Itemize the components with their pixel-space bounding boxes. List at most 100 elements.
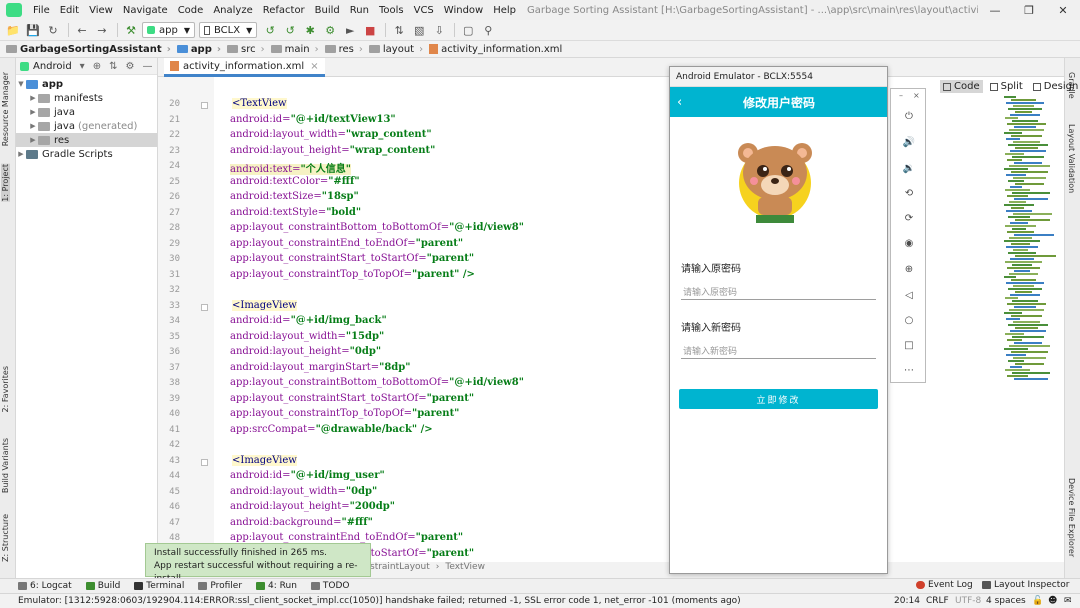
menu-tools[interactable]: Tools: [374, 5, 409, 16]
emulator-minimize-icon[interactable]: –: [899, 91, 903, 100]
view-mode-code[interactable]: Code: [940, 80, 983, 93]
debug-icon[interactable]: ✱: [301, 21, 319, 39]
rotate-right-icon[interactable]: ⟳: [899, 209, 919, 227]
line-number[interactable]: 46: [158, 502, 180, 512]
view-mode-design[interactable]: Design: [1030, 80, 1080, 93]
overview-nav-icon[interactable]: □: [899, 336, 919, 354]
tool-tab-resource-manager[interactable]: Resource Manager: [1, 72, 10, 146]
crumb-src[interactable]: src ›: [227, 44, 265, 55]
tool-tab-build-variants[interactable]: Build Variants: [1, 438, 10, 493]
open-folder-icon[interactable]: 📁: [4, 21, 22, 39]
emulator-close-icon[interactable]: ×: [913, 91, 920, 100]
camera-icon[interactable]: ◉: [899, 234, 919, 252]
line-separator[interactable]: CRLF: [926, 596, 949, 606]
tree-item-manifests[interactable]: ▶ manifests: [16, 91, 157, 105]
forward-arrow-icon[interactable]: →: [93, 21, 111, 39]
tool-tab-layout-validation[interactable]: Layout Validation: [1067, 124, 1076, 193]
crumb-app[interactable]: app ›: [176, 44, 221, 55]
editor-tab-activity-information[interactable]: activity_information.xml ×: [164, 58, 325, 77]
install-notification[interactable]: Install successfully finished in 265 ms.…: [145, 543, 371, 584]
code-editor[interactable]: 20 21 22 23 24 25 26 27 28 29 30 31 32 33 34 35 36 37 38 39…: [158, 77, 1064, 562]
fold-marker-icon[interactable]: [201, 102, 208, 109]
crumb-main[interactable]: main ›: [270, 44, 319, 55]
search-icon[interactable]: ⚲: [479, 21, 497, 39]
chevron-down-icon[interactable]: ▼: [16, 80, 26, 88]
build-hammer-icon[interactable]: ⚒: [122, 21, 140, 39]
rotate-left-icon[interactable]: ⟲: [899, 184, 919, 202]
hide-panel-icon[interactable]: —: [142, 61, 152, 72]
tree-item-java[interactable]: ▶ java: [16, 105, 157, 119]
menu-refactor[interactable]: Refactor: [258, 5, 310, 16]
menu-build[interactable]: Build: [310, 5, 345, 16]
line-number[interactable]: 26: [158, 192, 180, 202]
menu-navigate[interactable]: Navigate: [118, 5, 173, 16]
line-number[interactable]: 20: [158, 99, 180, 109]
line-number[interactable]: 21: [158, 115, 180, 125]
tool-run[interactable]: 4: Run: [256, 581, 297, 591]
sync-icon[interactable]: ↻: [44, 21, 62, 39]
tool-terminal[interactable]: Terminal: [134, 581, 184, 591]
project-view-select[interactable]: Android: [33, 61, 72, 72]
structure-crumb-textview[interactable]: TextView: [445, 562, 485, 576]
menu-code[interactable]: Code: [173, 5, 209, 16]
line-number[interactable]: 39: [158, 394, 180, 404]
notification-icon[interactable]: ✉: [1064, 596, 1072, 606]
gradle-sync-icon[interactable]: ⇅: [390, 21, 408, 39]
line-number[interactable]: 35: [158, 332, 180, 342]
menu-help[interactable]: Help: [488, 5, 521, 16]
home-nav-icon[interactable]: ○: [899, 311, 919, 329]
tree-item-java-generated[interactable]: ▶ java (generated): [16, 119, 157, 133]
tool-profiler[interactable]: Profiler: [198, 581, 242, 591]
power-icon[interactable]: ⏻: [899, 107, 919, 125]
module-select[interactable]: app ▼: [142, 22, 195, 38]
line-number[interactable]: 32: [158, 285, 180, 295]
back-arrow-icon[interactable]: ‹: [677, 95, 697, 110]
inspection-icon[interactable]: ☻: [1048, 596, 1057, 606]
line-number[interactable]: 34: [158, 316, 180, 326]
line-number[interactable]: 38: [158, 378, 180, 388]
chevron-right-icon[interactable]: ▶: [28, 94, 38, 102]
tree-item-app[interactable]: ▼ app: [16, 77, 157, 91]
line-number[interactable]: 27: [158, 208, 180, 218]
submit-change-button[interactable]: 立即修改: [679, 389, 878, 409]
chevron-right-icon[interactable]: ▶: [28, 136, 38, 144]
attach-debugger-icon[interactable]: ►: [341, 21, 359, 39]
device-manager-icon[interactable]: ▢: [459, 21, 477, 39]
file-encoding[interactable]: UTF-8: [955, 596, 981, 606]
line-number[interactable]: 44: [158, 471, 180, 481]
menu-file[interactable]: File: [28, 5, 55, 16]
line-number[interactable]: 30: [158, 254, 180, 264]
line-number[interactable]: 42: [158, 440, 180, 450]
crumb-file[interactable]: activity_information.xml: [429, 44, 562, 55]
profile-icon[interactable]: ⚙: [321, 21, 339, 39]
tree-item-gradle-scripts[interactable]: ▶ Gradle Scripts: [16, 147, 157, 161]
lock-icon[interactable]: 🔓: [1032, 596, 1043, 606]
avd-manager-icon[interactable]: ▧: [410, 21, 428, 39]
line-number[interactable]: 22: [158, 130, 180, 140]
volume-down-icon[interactable]: 🔉: [899, 159, 919, 177]
new-password-input[interactable]: 请输入新密码: [681, 342, 876, 359]
tool-logcat[interactable]: 6: Logcat: [18, 581, 72, 591]
save-icon[interactable]: 💾: [24, 21, 42, 39]
back-arrow-icon[interactable]: ←: [73, 21, 91, 39]
structure-crumb-constraintlayout[interactable]: straintLayout: [370, 562, 430, 576]
zoom-icon[interactable]: ⊕: [899, 260, 919, 278]
tool-tab-device-file-explorer[interactable]: Device File Explorer: [1067, 478, 1076, 557]
target-icon[interactable]: ⊕: [93, 61, 101, 72]
tool-layout-inspector[interactable]: Layout Inspector: [982, 580, 1069, 590]
code-minimap[interactable]: [990, 96, 1060, 516]
line-number[interactable]: 47: [158, 518, 180, 528]
close-window-icon[interactable]: ✕: [1046, 4, 1080, 17]
tree-item-res[interactable]: ▶ res: [16, 133, 157, 147]
line-number[interactable]: 28: [158, 223, 180, 233]
line-number[interactable]: 40: [158, 409, 180, 419]
menu-run[interactable]: Run: [345, 5, 374, 16]
view-mode-split[interactable]: Split: [987, 80, 1026, 93]
line-number[interactable]: 43: [158, 456, 180, 466]
chevron-right-icon[interactable]: ▶: [28, 122, 38, 130]
tool-todo[interactable]: TODO: [310, 581, 350, 591]
line-number[interactable]: 41: [158, 425, 180, 435]
menu-vcs[interactable]: VCS: [409, 5, 439, 16]
menu-window[interactable]: Window: [439, 5, 488, 16]
apply-code-changes-icon[interactable]: ↺: [281, 21, 299, 39]
